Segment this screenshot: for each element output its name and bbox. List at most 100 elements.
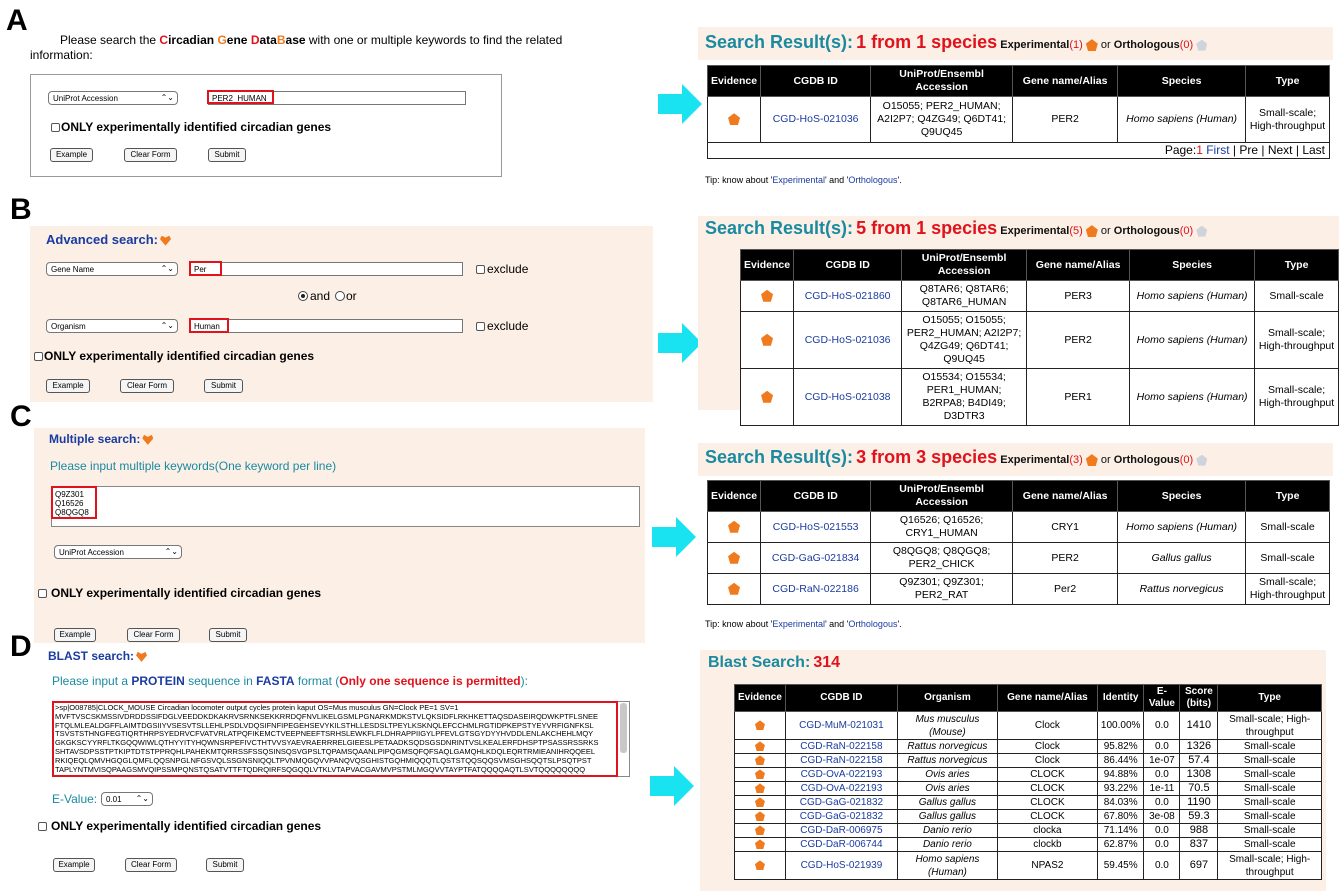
orthologous-link[interactable]: Orthologous: [848, 175, 897, 185]
identity-cell: 71.14%: [1096, 823, 1145, 838]
only-experimental-checkbox[interactable]: [51, 123, 60, 132]
type-cell: Small-scale; High-throughput: [1254, 311, 1339, 369]
row2-exclude-checkbox[interactable]: [476, 322, 485, 331]
submit-button[interactable]: Submit: [204, 379, 243, 393]
gray-pentagon-icon: [1196, 39, 1208, 51]
orthologous-link[interactable]: Orthologous: [848, 619, 897, 629]
cgdb-id-link[interactable]: CGD-HoS-021036: [793, 311, 903, 369]
cgdb-id-link[interactable]: CGD-GaG-021832: [784, 795, 898, 810]
submit-button[interactable]: Submit: [206, 858, 244, 872]
clear-form-button[interactable]: Clear Form: [125, 858, 177, 872]
cgdb-id-link[interactable]: CGD-MuM-021031: [784, 711, 898, 740]
chevron-updown-icon: ⌃⌄: [135, 794, 149, 803]
cgdb-id-link[interactable]: CGD-HoS-021860: [793, 280, 903, 312]
advanced-search-panel: [30, 226, 653, 402]
and-radio[interactable]: [298, 291, 308, 301]
cgdb-id-link[interactable]: CGD-HoS-021553: [760, 511, 872, 543]
experimental-link[interactable]: Experimental: [772, 175, 825, 185]
example-button[interactable]: Example: [54, 628, 96, 642]
first-page-link[interactable]: First: [1206, 143, 1229, 157]
multiple-field-select[interactable]: UniProt Accession ⌃⌄: [54, 545, 182, 559]
cgdb-id-link[interactable]: CGD-HoS-021038: [793, 368, 903, 426]
table-row: CGD-HoS-021860 Q8TAR6; Q8TAR6; Q8TAR6_HU…: [739, 280, 1339, 312]
or-radio[interactable]: [335, 291, 345, 301]
cgdb-id-link[interactable]: CGD-OvA-022193: [784, 781, 898, 796]
species-cell: Homo sapiens (Human): [1117, 96, 1247, 143]
row1-exclude-checkbox[interactable]: [476, 265, 485, 274]
only-experimental-checkbox[interactable]: [34, 352, 43, 361]
identity-cell: 93.22%: [1096, 781, 1145, 796]
only-experimental-checkbox[interactable]: [38, 822, 47, 831]
type-cell: Small-scale: [1217, 795, 1322, 810]
example-button[interactable]: Example: [53, 858, 95, 872]
evidence-cell: [706, 96, 762, 143]
accession-cell: Q8QGQ8; Q8QGQ8; PER2_CHICK: [870, 542, 1014, 574]
evidence-cell: [734, 851, 786, 880]
organism-cell: Rattus norvegicus: [896, 739, 998, 754]
cgdb-id-link[interactable]: CGD-OvA-022193: [784, 767, 898, 782]
next-page-link[interactable]: Next: [1268, 143, 1293, 157]
submit-button[interactable]: Submit: [209, 628, 247, 642]
cgdb-id-link[interactable]: CGD-RaN-022186: [760, 573, 872, 605]
col-header: Score (bits): [1179, 684, 1219, 712]
row1-input[interactable]: Per: [190, 262, 463, 276]
orange-pentagon-icon: [754, 860, 765, 871]
score-cell: 837: [1179, 837, 1219, 852]
table-row: CGD-DaR-006744 Danio rerio clockb 62.87% 0.0…: [734, 837, 1322, 852]
scrollbar[interactable]: [620, 703, 627, 753]
clear-form-button[interactable]: Clear Form: [120, 379, 174, 393]
cgdb-id-link[interactable]: CGD-DaR-006975: [784, 823, 898, 838]
orange-pentagon-icon: [754, 755, 765, 766]
cgdb-id-link[interactable]: CGD-RaN-022158: [784, 753, 898, 768]
gene-cell: Clock: [996, 753, 1098, 768]
row1-exclude-label: exclude: [487, 262, 529, 276]
gene-cell: Per2: [1012, 573, 1119, 605]
example-button[interactable]: Example: [46, 379, 90, 393]
gene-cell: CLOCK: [996, 809, 1098, 824]
table-row: CGD-GaG-021834 Q8QGQ8; Q8QGQ8; PER2_CHIC…: [706, 542, 1330, 574]
cgdb-id-link[interactable]: CGD-HoS-021036: [760, 96, 872, 143]
highlight-box: [51, 486, 97, 519]
col-header: Species: [1117, 480, 1247, 512]
pre-page-link[interactable]: Pre: [1239, 143, 1258, 157]
clear-form-button[interactable]: Clear Form: [124, 148, 177, 162]
highlight-box: [189, 261, 222, 276]
submit-button[interactable]: Submit: [208, 148, 246, 162]
row2-input[interactable]: Human: [190, 319, 463, 333]
cgdb-id-link[interactable]: CGD-RaN-022158: [784, 739, 898, 754]
col-header: UniProt/Ensembl Accession: [901, 249, 1028, 281]
highlight-box: [52, 701, 618, 777]
gene-cell: clockb: [996, 837, 1098, 852]
organism-cell: Gallus gallus: [896, 795, 998, 810]
orange-pentagon-icon: [761, 390, 774, 403]
field-select[interactable]: UniProt Accession ⌃⌄: [48, 91, 178, 105]
gene-cell: CLOCK: [996, 767, 1098, 782]
cgdb-id-link[interactable]: CGD-GaG-021832: [784, 809, 898, 824]
or-label: or: [346, 289, 357, 303]
only-experimental-checkbox[interactable]: [38, 589, 47, 598]
accession-cell: O15534; O15534; PER1_HUMAN; B2RPA8; B4DI…: [901, 368, 1028, 426]
evalue-select[interactable]: 0.01 ⌃⌄: [101, 792, 153, 806]
table-row: CGD-GaG-021832 Gallus gallus CLOCK 84.03% 0.…: [734, 795, 1322, 810]
clear-form-button[interactable]: Clear Form: [127, 628, 180, 642]
col-header: E-Value: [1143, 684, 1181, 712]
evidence-cell: [734, 823, 786, 838]
cgdb-id-link[interactable]: CGD-GaG-021834: [760, 542, 872, 574]
col-header: Species: [1117, 65, 1247, 97]
panel-letter-d: D: [10, 630, 32, 663]
last-page-link[interactable]: Last: [1302, 143, 1325, 157]
row1-field-select[interactable]: Gene Name ⌃⌄: [46, 262, 178, 276]
type-cell: Small-scale: [1217, 753, 1322, 768]
experimental-link[interactable]: Experimental: [772, 619, 825, 629]
table-row: CGD-RaN-022186 Q9Z301; Q9Z301; PER2_RAT …: [706, 573, 1330, 605]
example-button[interactable]: Example: [50, 148, 93, 162]
keywords-textarea[interactable]: Q9Z301 Q16526 Q8QGQ8: [51, 486, 640, 527]
row2-field-select[interactable]: Organism ⌃⌄: [46, 319, 178, 333]
score-cell: 1308: [1179, 767, 1219, 782]
type-cell: Small-scale: [1254, 280, 1339, 312]
cgdb-id-link[interactable]: CGD-DaR-006744: [784, 837, 898, 852]
evalue-cell: 3e-08: [1143, 809, 1181, 824]
orange-pentagon-icon: [728, 113, 741, 126]
col-header: Identity: [1096, 684, 1145, 712]
cgdb-id-link[interactable]: CGD-HoS-021939: [784, 851, 898, 880]
